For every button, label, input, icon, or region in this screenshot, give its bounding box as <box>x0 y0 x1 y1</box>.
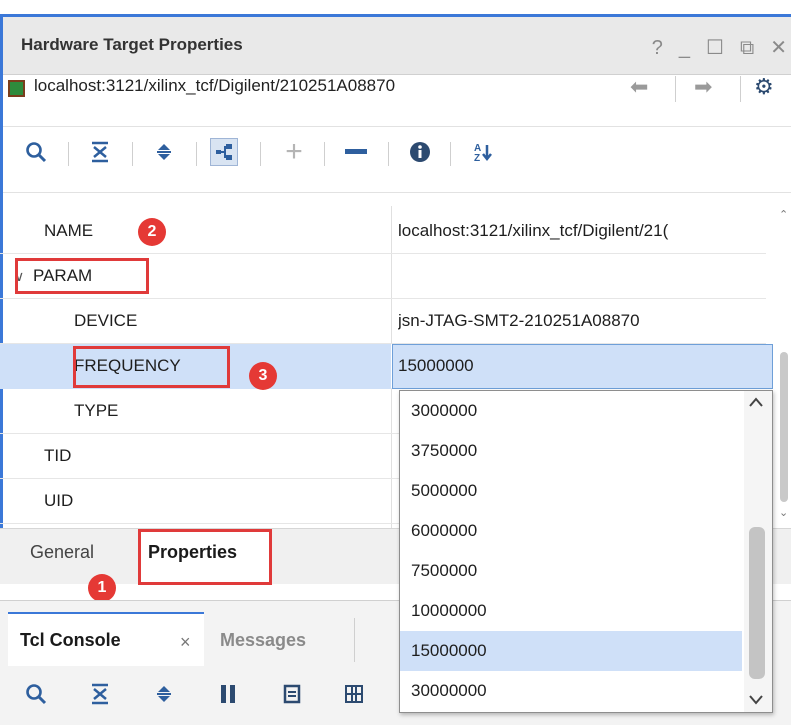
tab-messages[interactable]: Messages <box>220 630 306 651</box>
property-name: TYPE <box>74 401 119 420</box>
forward-arrow-icon[interactable]: ➡ <box>694 74 712 100</box>
close-icon[interactable]: ✕ <box>770 38 787 58</box>
frequency-option[interactable]: 3750000 <box>400 431 742 471</box>
annotation-badge-2: 2 <box>138 218 166 246</box>
property-value[interactable]: localhost:3121/xilinx_tcf/Digilent/21( <box>398 221 760 241</box>
property-name: NAME <box>44 221 94 240</box>
close-tab-icon[interactable]: × <box>180 632 191 653</box>
minimize-icon[interactable]: _ <box>679 38 690 58</box>
annotation-badge-3: 3 <box>249 362 277 390</box>
frequency-option[interactable]: 7500000 <box>400 551 742 591</box>
copy-icon[interactable] <box>278 680 306 708</box>
console-search-icon[interactable] <box>22 680 50 708</box>
annotation-box-param <box>15 258 149 294</box>
frequency-option[interactable]: 3000000 <box>400 391 742 431</box>
frequency-option[interactable]: 30000000 <box>400 671 742 711</box>
expand-all-icon[interactable] <box>150 138 178 166</box>
console-collapse-all-icon[interactable] <box>86 680 114 708</box>
info-icon[interactable] <box>406 138 434 166</box>
tab-general[interactable]: General <box>30 542 94 563</box>
panel-title: Hardware Target Properties <box>21 35 243 54</box>
window-controls: ? _ ☐ ⧉ ✕ <box>652 38 787 58</box>
table-view-icon[interactable] <box>340 680 368 708</box>
svg-text:Z: Z <box>474 153 480 163</box>
group-by-category-icon[interactable] <box>210 138 238 166</box>
property-row-device[interactable]: DEVICE jsn-JTAG-SMT2-210251A08870 <box>0 299 766 344</box>
title-bar: Hardware Target Properties ? _ ☐ ⧉ ✕ <box>3 17 791 75</box>
add-icon[interactable]: + <box>280 135 308 168</box>
dropdown-scroll-thumb[interactable] <box>749 527 765 679</box>
scroll-up-arrow-icon[interactable] <box>748 395 764 413</box>
frequency-option-selected[interactable]: 15000000 <box>400 631 742 671</box>
frequency-option[interactable]: 6000000 <box>400 511 742 551</box>
property-name: TID <box>44 446 72 465</box>
property-name: DEVICE <box>74 311 138 330</box>
property-value[interactable]: jsn-JTAG-SMT2-210251A08870 <box>398 311 760 331</box>
help-icon[interactable]: ? <box>652 38 663 58</box>
back-arrow-icon[interactable]: ⬅ <box>630 74 648 100</box>
restore-icon[interactable]: ⧉ <box>740 38 754 58</box>
frequency-value[interactable]: 15000000 <box>398 356 760 376</box>
settings-gear-icon[interactable]: ⚙ <box>754 74 774 100</box>
frequency-option[interactable]: 5000000 <box>400 471 742 511</box>
target-path: localhost:3121/xilinx_tcf/Digilent/21025… <box>34 76 396 95</box>
annotation-box-frequency <box>73 346 230 388</box>
frequency-option[interactable]: 10000000 <box>400 591 742 631</box>
property-row-name[interactable]: NAME localhost:3121/xilinx_tcf/Digilent/… <box>0 209 766 254</box>
sort-alphabetical-icon[interactable]: AZ <box>470 138 498 166</box>
remove-icon[interactable] <box>342 138 370 166</box>
annotation-box-properties-tab <box>138 529 272 585</box>
grid-scrollbar[interactable]: ⌃ ⌄ <box>779 206 789 528</box>
pause-icon[interactable] <box>214 680 242 708</box>
maximize-icon[interactable]: ☐ <box>706 38 724 58</box>
collapse-all-icon[interactable] <box>86 138 114 166</box>
annotation-badge-1: 1 <box>88 574 116 602</box>
hardware-target-icon <box>8 80 25 97</box>
tab-tcl-console[interactable]: Tcl Console <box>20 630 121 651</box>
scroll-down-arrow-icon[interactable] <box>748 693 764 711</box>
property-name: UID <box>44 491 74 510</box>
console-expand-all-icon[interactable] <box>150 680 178 708</box>
frequency-dropdown-list[interactable]: 3000000 3750000 5000000 6000000 7500000 … <box>399 390 773 713</box>
search-icon[interactable] <box>22 138 50 166</box>
